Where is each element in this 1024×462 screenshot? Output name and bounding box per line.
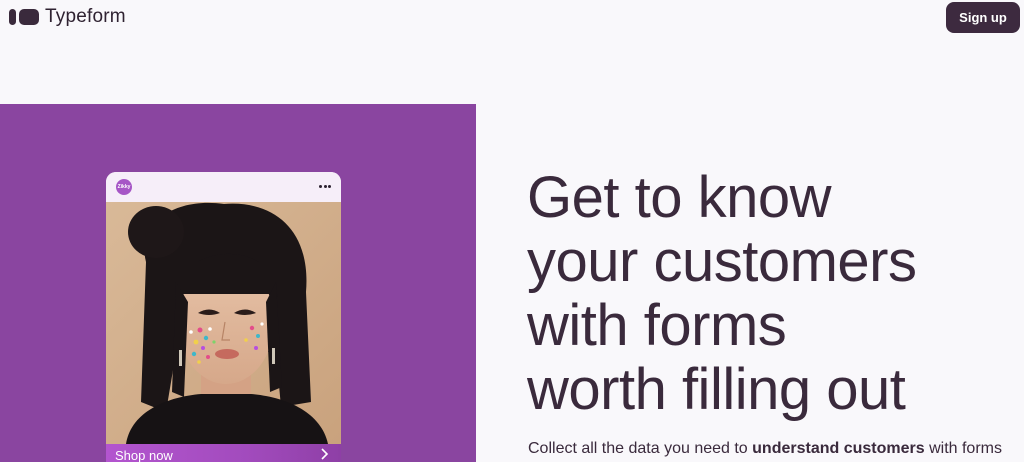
typeform-logo[interactable]: Typeform bbox=[9, 6, 126, 28]
more-horizontal-icon[interactable] bbox=[319, 185, 331, 189]
hero-subtext: Collect all the data you need to underst… bbox=[528, 440, 1008, 458]
top-nav: Typeform Sign up bbox=[0, 0, 1024, 36]
shop-now-bar[interactable]: Shop now bbox=[106, 444, 341, 462]
hero-headline: Get to know your customers with forms wo… bbox=[527, 166, 1007, 422]
ad-preview-card: Zikky Shop now bbox=[106, 172, 341, 462]
chevron-right-icon bbox=[321, 448, 329, 460]
brand-avatar: Zikky bbox=[116, 179, 132, 195]
shop-now-label: Shop now bbox=[115, 447, 173, 462]
subtext-suffix: with forms bbox=[924, 440, 1002, 457]
logo-text: Typeform bbox=[45, 6, 126, 27]
subtext-prefix: Collect all the data you need to bbox=[528, 440, 753, 457]
headline-line: with forms bbox=[527, 293, 787, 358]
headline-line: Get to know bbox=[527, 165, 831, 230]
headline-line: your customers bbox=[527, 229, 917, 294]
headline-line: worth filling out bbox=[527, 357, 906, 422]
typeform-logo-icon bbox=[9, 9, 39, 25]
sign-up-button[interactable]: Sign up bbox=[946, 2, 1020, 33]
card-header: Zikky bbox=[106, 172, 341, 202]
model-photo bbox=[106, 202, 341, 444]
subtext-bold: understand customers bbox=[752, 440, 925, 457]
